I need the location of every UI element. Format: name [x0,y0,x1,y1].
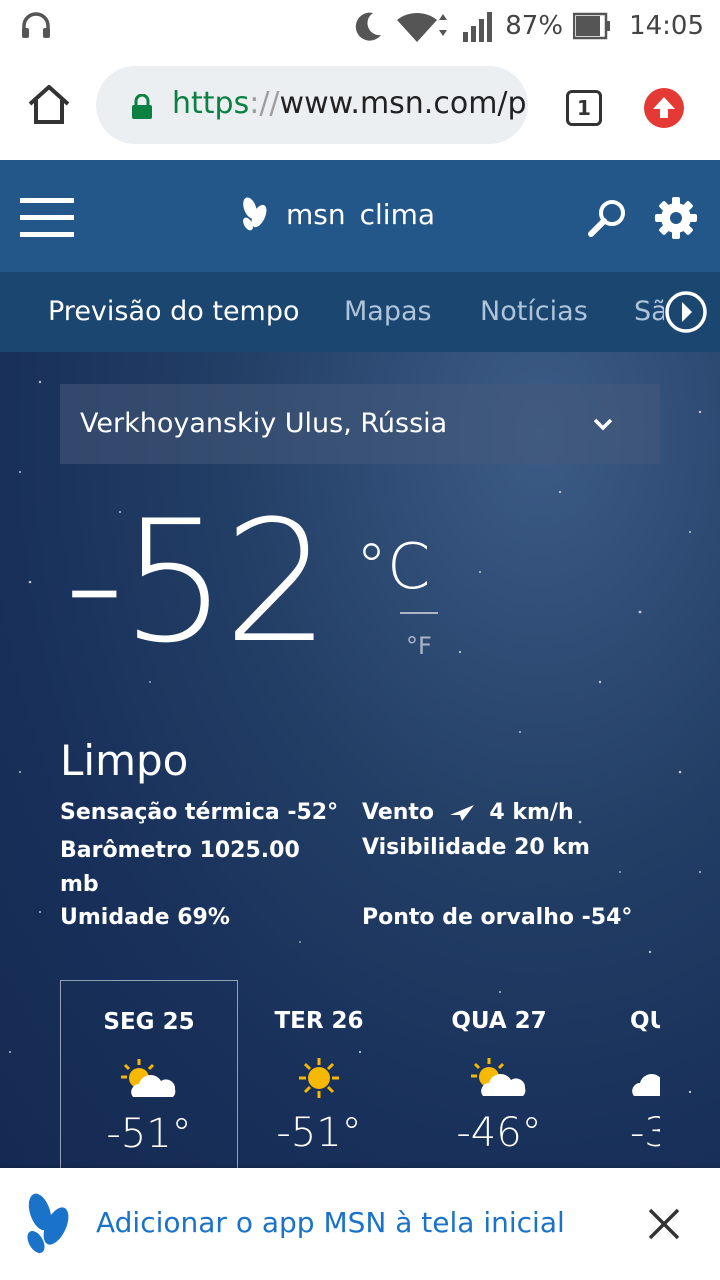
gear-icon[interactable] [654,196,698,240]
location-name: Verkhoyanskiy Ulus, Rússia [80,408,448,439]
tab-more-label[interactable]: Sã [634,296,668,327]
chevron-right-circle-icon [665,291,707,333]
wind-direction-icon [449,805,474,821]
forecast-day-card[interactable]: TER 26 -51° [230,980,408,1168]
sunny-icon [299,1058,339,1098]
partly-sunny-icon [471,1058,526,1096]
forecast-day: QU [630,1008,660,1034]
chevron-down-icon [593,418,613,431]
banner-message: Adicionar o app MSN à tela inicial [96,1206,565,1239]
battery-percent: 87% [505,11,564,41]
forecast-day: SEG 25 [103,1009,195,1035]
unit-celsius-toggle[interactable]: °C [356,530,430,603]
battery-icon [573,12,611,40]
wifi-icon [397,12,448,43]
msn-logo[interactable]: msn clima [240,196,435,232]
forecast-day-card[interactable]: SEG 25 -51° [60,980,238,1168]
address-bar[interactable]: https://www.msn.com/p [96,66,528,144]
headphones-icon [22,12,50,38]
msn-butterfly-icon [27,1193,69,1253]
status-bar: 87% 14:05 [0,0,720,52]
tab-forecast[interactable]: Previsão do tempo [48,296,300,327]
browser-toolbar: https://www.msn.com/p 1 [0,52,720,160]
url-scheme: https [172,86,250,121]
url-text: https://www.msn.com/p [172,86,527,121]
wind-value: 4 km/h [489,800,574,825]
clock-time: 14:05 [629,11,704,41]
search-icon[interactable] [586,198,628,240]
barometer: Barômetro 1025.00 mb [60,838,300,897]
location-dropdown[interactable]: Verkhoyanskiy Ulus, Rússia [60,384,660,464]
humidity: Umidade 69% [60,905,230,930]
home-icon[interactable] [26,82,72,128]
lock-icon [132,94,152,119]
url-host: www.msn.com/p [279,86,527,121]
forecast-day: TER 26 [274,1008,364,1034]
close-icon[interactable] [646,1206,682,1242]
feels-like: Sensação térmica -52° [60,800,339,825]
hamburger-menu-icon[interactable] [20,198,74,238]
forecast-temp: -51° [106,1111,192,1157]
section-name: clima [359,197,435,231]
brand-name: msn [286,197,346,231]
unit-divider [400,612,438,614]
partly-sunny-icon [632,1074,660,1096]
partly-sunny-icon [121,1059,176,1097]
tab-news[interactable]: Notícias [480,296,588,327]
msn-header: msn clima [0,160,720,272]
unit-fahrenheit-toggle[interactable]: °F [406,632,432,660]
forecast-temp: -51° [276,1110,362,1156]
nav-tabs: Previsão do tempo Mapas Notícias Sã [0,272,720,352]
visibility: Visibilidade 20 km [362,835,590,860]
wind-label: Vento [362,800,435,825]
tab-switcher-button[interactable]: 1 [566,90,602,126]
tabs-scroll-button[interactable] [664,288,720,336]
url-separator: :// [249,86,280,121]
update-button[interactable] [644,88,684,128]
weather-hero: Verkhoyanskiy Ulus, Rússia -52 °C °F Lim… [0,352,720,1168]
do-not-disturb-moon-icon [356,12,382,41]
add-to-homescreen-banner[interactable]: Adicionar o app MSN à tela inicial [0,1168,720,1280]
current-temperature: -52 [64,484,330,680]
forecast-temp: -46° [456,1110,542,1156]
tab-maps[interactable]: Mapas [344,296,432,327]
signal-icon [463,12,493,42]
forecast-day-card[interactable]: QUA 27 -46° [410,980,588,1168]
arrow-up-icon [653,97,675,118]
msn-butterfly-icon [243,197,267,231]
forecast-temp: -3 [630,1110,660,1156]
dew-point: Ponto de orvalho -54° [362,905,633,930]
forecast-day-card[interactable]: QU -3 [588,980,660,1168]
wind: Vento 4 km/h [362,800,574,825]
forecast-day: QUA 27 [451,1008,547,1034]
weather-condition: Limpo [60,736,189,785]
